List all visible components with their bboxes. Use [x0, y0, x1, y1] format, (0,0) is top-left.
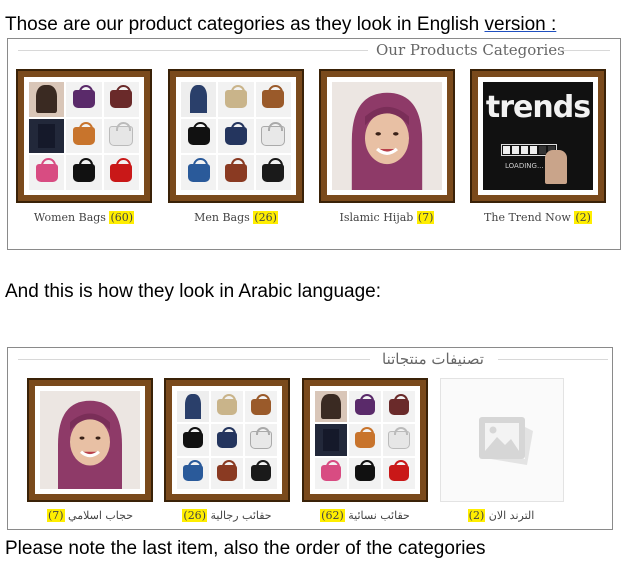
bag-photo [211, 391, 243, 423]
category-name: The Trend Now [484, 211, 571, 224]
hijab-model-photo [351, 92, 423, 190]
category-count: (7) [416, 211, 435, 224]
panel-title: Our Products Categories [370, 41, 571, 59]
category-label[interactable]: Women Bags (60) [18, 211, 150, 224]
bag-photo [255, 82, 291, 117]
bag-photo [349, 424, 381, 456]
islamic-hijab-image[interactable] [319, 69, 455, 203]
model-photo [29, 82, 65, 117]
bag-photo [255, 118, 291, 154]
category-name: Men Bags [194, 211, 250, 224]
men-bags-image[interactable] [168, 69, 304, 203]
category-name: Women Bags [33, 211, 106, 224]
bag-photo [103, 82, 139, 117]
category-label[interactable]: Men Bags (26) [170, 211, 302, 224]
model-photo [315, 391, 347, 423]
category-name: الترند الان [488, 509, 535, 522]
bag-photo [66, 118, 102, 154]
title-divider [498, 359, 608, 360]
trend-now-placeholder-image[interactable] [440, 378, 564, 502]
panel-title: تصنيفات منتجاتنا [376, 350, 490, 368]
category-count: (62) [320, 509, 345, 522]
model-photo [177, 391, 209, 423]
hijab-model-photo [58, 400, 122, 489]
bag-photo [349, 391, 381, 423]
bag-photo [245, 391, 277, 423]
bag-photo [181, 118, 217, 154]
women-bags-image[interactable] [302, 378, 428, 502]
bag-photo [103, 118, 139, 154]
women-bags-image[interactable] [16, 69, 152, 203]
category-label[interactable]: الترند الان (2) [440, 509, 562, 522]
bag-photo [218, 155, 254, 190]
category-label[interactable]: Islamic Hijab (7) [321, 211, 453, 224]
model-photo [315, 424, 347, 456]
bag-photo [383, 391, 415, 423]
bag-photo [66, 82, 102, 117]
caption-arabic: And this is how they look in Arabic lang… [5, 281, 382, 302]
category-count: (60) [109, 211, 135, 224]
trend-now-image[interactable]: trends LOADING... [470, 69, 606, 203]
category-label[interactable]: The Trend Now (2) [472, 211, 604, 224]
bag-photo [315, 457, 347, 489]
bag-photo [211, 457, 243, 489]
caption-english-text: Those are our product categories as they… [5, 14, 485, 35]
arabic-categories-panel: تصنيفات منتجاتنا حجاب اسلامي (7) حقائب ر… [7, 347, 613, 530]
title-divider [18, 359, 370, 360]
bag-photo [29, 155, 65, 190]
bag-photo [218, 118, 254, 154]
bag-photo [255, 155, 291, 190]
bag-photo [245, 457, 277, 489]
category-label[interactable]: حقائب نسائية (62) [304, 509, 426, 522]
title-divider [558, 50, 610, 51]
trends-text: trends [485, 90, 591, 125]
category-count: (2) [467, 509, 486, 522]
loading-text: LOADING... [505, 162, 544, 170]
category-count: (2) [574, 211, 592, 224]
bag-photo [103, 155, 139, 190]
bag-photo [245, 424, 277, 456]
bag-photo [383, 457, 415, 489]
category-count: (26) [182, 509, 207, 522]
image-placeholder-icon [479, 417, 533, 465]
bag-photo [349, 457, 381, 489]
bag-photo [177, 457, 209, 489]
islamic-hijab-image[interactable] [27, 378, 153, 502]
category-name: Islamic Hijab [339, 211, 414, 224]
title-divider [18, 50, 368, 51]
bag-photo [177, 424, 209, 456]
category-name: حقائب نسائية [348, 509, 410, 522]
model-photo [181, 82, 217, 117]
men-bags-image[interactable] [164, 378, 290, 502]
bag-photo [211, 424, 243, 456]
caption-note: Please note the last item, also the orde… [5, 538, 486, 559]
category-label[interactable]: حقائب رجالية (26) [166, 509, 288, 522]
category-label[interactable]: حجاب اسلامي (7) [29, 509, 151, 522]
model-photo [29, 118, 65, 154]
hand-icon [545, 150, 567, 184]
category-count: (26) [253, 211, 278, 224]
caption-english-link[interactable]: version : [485, 14, 557, 35]
caption-english: Those are our product categories as they… [5, 14, 556, 36]
bag-photo [383, 424, 415, 456]
category-name: حجاب اسلامي [68, 509, 134, 522]
english-categories-panel: Our Products Categories Women Bags (60) [7, 38, 621, 250]
bag-photo [218, 82, 254, 117]
category-name: حقائب رجالية [210, 509, 272, 522]
category-count: (7) [46, 509, 65, 522]
bag-photo [181, 155, 217, 190]
bag-photo [66, 155, 102, 190]
